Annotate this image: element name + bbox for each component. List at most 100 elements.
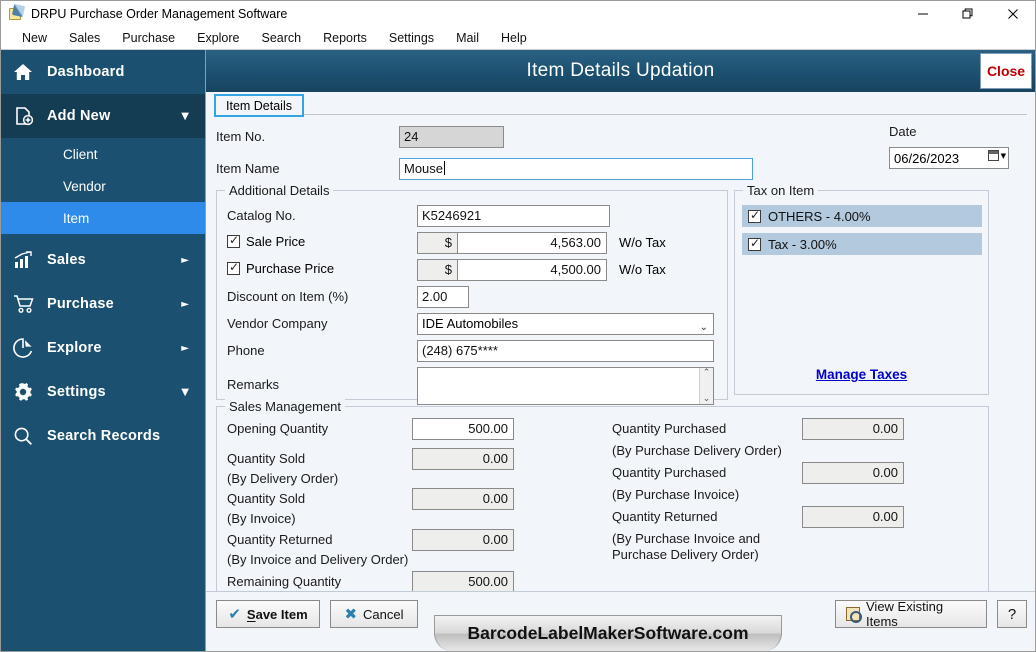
- input-phone[interactable]: (248) 675****: [417, 340, 714, 362]
- tab-item-details[interactable]: Item Details: [214, 94, 304, 117]
- help-button[interactable]: ?: [997, 600, 1027, 628]
- maximize-icon[interactable]: [945, 1, 990, 27]
- tab-strip: Item Details: [206, 94, 1035, 117]
- label-quantity-purchased-pdo: Quantity Purchased: [612, 421, 727, 436]
- label-remarks: Remarks: [227, 377, 280, 392]
- scroll-down-icon[interactable]: ⌄: [703, 394, 711, 404]
- label-sale-price-wotax: W/o Tax: [619, 235, 666, 250]
- input-quantity-sold-inv: 0.00: [412, 488, 514, 510]
- sale-price-currency: $: [417, 232, 457, 254]
- sidebar-label-add-new: Add New: [47, 108, 111, 124]
- input-sale-price[interactable]: $ 4,563.00: [417, 232, 607, 254]
- cancel-label: Cancel: [363, 606, 404, 622]
- sidebar-label-search-records: Search Records: [47, 428, 161, 444]
- page-title: Item Details Updation: [526, 60, 715, 81]
- menu-item-mail[interactable]: Mail: [445, 28, 490, 48]
- field-date: Date 06/26/2023 ▼: [889, 124, 1009, 169]
- label-quantity-returned-purchase: Quantity Returned: [612, 509, 718, 524]
- sidebar-label-client: Client: [63, 146, 98, 162]
- menu-item-reports[interactable]: Reports: [312, 28, 378, 48]
- sidebar-item-settings[interactable]: Settings ▼: [1, 370, 205, 414]
- menu-item-explore[interactable]: Explore: [186, 28, 250, 48]
- tax-row[interactable]: Tax - 3.00%: [742, 233, 982, 255]
- manage-taxes-link[interactable]: Manage Taxes: [735, 367, 988, 382]
- sidebar-item-item[interactable]: Item: [1, 202, 205, 234]
- save-item-button[interactable]: ✔ Save Item: [216, 600, 320, 628]
- date-value: 06/26/2023: [894, 150, 960, 166]
- cancel-button[interactable]: ✖ Cancel: [330, 600, 418, 628]
- add-file-icon: [13, 105, 39, 127]
- menu-item-sales[interactable]: Sales: [58, 28, 111, 48]
- text-caret: [444, 161, 446, 175]
- purchase-price-amount[interactable]: 4,500.00: [457, 259, 607, 281]
- chevron-down-icon: ▼: [181, 110, 189, 122]
- chevron-down-icon: ▼: [1000, 151, 1006, 160]
- input-item-name-value: Mouse: [404, 161, 444, 176]
- sidebar-item-search-records[interactable]: Search Records: [1, 414, 205, 458]
- sidebar-item-vendor[interactable]: Vendor: [1, 170, 205, 202]
- menu-item-new[interactable]: New: [11, 28, 58, 48]
- sidebar-label-purchase: Purchase: [47, 296, 114, 312]
- input-item-name[interactable]: Mouse: [399, 158, 753, 180]
- view-existing-items-button[interactable]: View Existing Items: [835, 599, 987, 629]
- sidebar-item-client[interactable]: Client: [1, 138, 205, 170]
- menu-item-help[interactable]: Help: [490, 28, 538, 48]
- input-opening-quantity[interactable]: 500.00: [412, 418, 514, 440]
- input-discount[interactable]: 2.00: [417, 286, 469, 308]
- checkbox-tax-standard[interactable]: [748, 236, 761, 251]
- label-quantity-sold-inv: Quantity Sold: [227, 491, 306, 506]
- field-purchase-price: Purchase Price $ 4,500.00 W/o Tax: [227, 259, 707, 283]
- save-item-label: Save Item: [246, 606, 308, 622]
- minimize-icon[interactable]: [900, 1, 945, 27]
- chevron-down-icon: ▼: [181, 386, 189, 398]
- input-date[interactable]: 06/26/2023 ▼: [889, 147, 1009, 169]
- sidebar-item-dashboard[interactable]: Dashboard: [1, 50, 205, 94]
- close-x-icon: ✖: [344, 605, 358, 623]
- sidebar-subitems: Client Vendor Item: [1, 138, 205, 234]
- input-purchase-price[interactable]: $ 4,500.00: [417, 259, 607, 281]
- sidebar-item-purchase[interactable]: Purchase ►: [1, 282, 205, 326]
- tax-row[interactable]: OTHERS - 4.00%: [742, 205, 982, 227]
- remarks-scrollbar[interactable]: ⌃ ⌄: [699, 368, 713, 404]
- input-item-no[interactable]: 24: [399, 126, 504, 148]
- textarea-remarks[interactable]: ⌃ ⌄: [417, 367, 714, 405]
- field-item-name: Item Name Mouse: [216, 158, 761, 182]
- checkbox-tax-others[interactable]: [748, 208, 761, 223]
- sidebar-item-sales[interactable]: Sales ►: [1, 238, 205, 282]
- label-quantity-sold-do: Quantity Sold: [227, 451, 306, 466]
- sale-price-amount[interactable]: 4,563.00: [457, 232, 607, 254]
- bar-chart-icon: [13, 249, 39, 271]
- checkbox-sale-price[interactable]: [227, 233, 240, 248]
- date-picker-dropdown[interactable]: ▼: [987, 150, 1006, 161]
- input-catalog-no[interactable]: K5246921: [417, 205, 610, 227]
- select-vendor-company[interactable]: IDE Automobiles ⌄: [417, 313, 714, 335]
- label-item-name: Item Name: [216, 161, 280, 176]
- vendor-company-value: IDE Automobiles: [422, 316, 519, 331]
- label-quantity-returned: Quantity Returned: [227, 532, 333, 547]
- tax-label: Tax - 3.00%: [768, 236, 837, 252]
- label-purchase-price: Purchase Price: [246, 261, 335, 276]
- label-remaining-quantity: Remaining Quantity: [227, 574, 342, 589]
- sidebar-label-vendor: Vendor: [63, 178, 106, 194]
- check-icon: ✔: [228, 605, 241, 623]
- menu-item-search[interactable]: Search: [251, 28, 313, 48]
- menu-item-purchase[interactable]: Purchase: [111, 28, 186, 48]
- window-title: DRPU Purchase Order Management Software: [31, 7, 288, 21]
- checkbox-purchase-price[interactable]: [227, 260, 240, 275]
- sublabel-quantity-purchased-pi: (By Purchase Invoice): [612, 487, 740, 502]
- close-button[interactable]: Close: [980, 53, 1032, 89]
- input-remaining-quantity: 500.00: [412, 571, 514, 593]
- calendar-icon: [987, 150, 999, 161]
- label-phone: Phone: [227, 343, 265, 358]
- window-close-icon[interactable]: [990, 1, 1035, 27]
- sublabel2-quantity-returned-purchase: Purchase Delivery Order): [612, 547, 759, 562]
- sidebar-label-item: Item: [63, 210, 90, 226]
- sidebar-item-add-new[interactable]: Add New ▼: [1, 94, 205, 138]
- chevron-right-icon: ►: [181, 298, 189, 310]
- label-date: Date: [889, 124, 917, 139]
- scroll-up-icon[interactable]: ⌃: [703, 368, 711, 378]
- menu-item-settings[interactable]: Settings: [378, 28, 445, 48]
- form-area: Item No. 24 Item Name Mouse Date 06/26/2…: [206, 116, 1035, 603]
- sidebar-item-explore[interactable]: Explore ►: [1, 326, 205, 370]
- window-controls: [900, 1, 1035, 27]
